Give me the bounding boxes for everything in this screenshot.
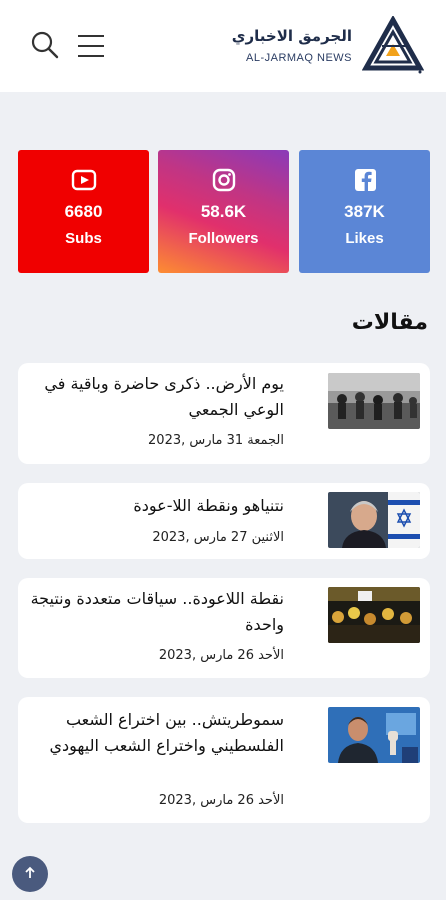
article-date: الأحد 26 مارس ,2023 (158, 793, 284, 808)
hamburger-menu-icon[interactable] (76, 33, 106, 59)
facebook-count: 387K (344, 202, 385, 221)
instagram-icon (211, 168, 237, 192)
article-title[interactable]: نقطة اللاعودة.. سياقات متعددة ونتيجة واح… (22, 586, 284, 638)
article-date: الأحد 26 مارس ,2023 (158, 648, 284, 663)
site-brand[interactable]: الجرمق الاخباري AL-JARMAQ NEWS (232, 14, 425, 76)
site-title: الجرمق الاخباري (231, 27, 352, 45)
site-logo (361, 14, 425, 76)
article-thumbnail[interactable] (328, 492, 420, 548)
article-card[interactable]: نقطة اللاعودة.. سياقات متعددة ونتيجة واح… (18, 578, 430, 678)
youtube-label: Subs (65, 230, 102, 247)
article-card[interactable]: يوم الأرض.. ذكرى حاضرة وباقية في الوعي ا… (18, 363, 430, 464)
article-card[interactable]: نتنياهو ونقطة اللا-عودة الاثنين 27 مارس … (18, 483, 430, 559)
back-to-top-button[interactable] (12, 856, 48, 892)
article-thumbnail[interactable] (328, 587, 420, 643)
article-card[interactable]: سموطريتش.. بين اختراع الشعب الفلسطيني وا… (18, 697, 430, 823)
site-header: الجرمق الاخباري AL-JARMAQ NEWS (0, 0, 446, 92)
youtube-icon (71, 168, 97, 192)
arrow-up-icon (23, 865, 37, 884)
search-icon[interactable] (30, 30, 60, 60)
article-thumbnail[interactable] (328, 707, 420, 763)
instagram-label: Followers (188, 230, 259, 247)
brand-text: الجرمق الاخباري AL-JARMAQ NEWS (232, 26, 352, 66)
article-title[interactable]: سموطريتش.. بين اختراع الشعب الفلسطيني وا… (22, 707, 284, 759)
facebook-stats-box[interactable]: 387K Likes (299, 150, 430, 273)
article-date: الاثنين 27 مارس ,2023 (152, 530, 284, 545)
instagram-count: 58.6K (200, 202, 247, 221)
article-title[interactable]: نتنياهو ونقطة اللا-عودة (22, 493, 284, 519)
section-title: مقالات (351, 310, 428, 335)
youtube-stats-box[interactable]: 6680 Subs (18, 150, 149, 273)
instagram-stats-box[interactable]: 58.6K Followers (158, 150, 289, 273)
facebook-label: Likes (345, 230, 384, 247)
article-title[interactable]: يوم الأرض.. ذكرى حاضرة وباقية في الوعي ا… (22, 371, 284, 423)
site-subtitle: AL-JARMAQ NEWS (245, 52, 352, 64)
facebook-icon (352, 168, 378, 192)
youtube-count: 6680 (64, 202, 103, 221)
article-date: الجمعة 31 مارس ,2023 (148, 433, 284, 448)
article-thumbnail[interactable] (328, 373, 420, 429)
